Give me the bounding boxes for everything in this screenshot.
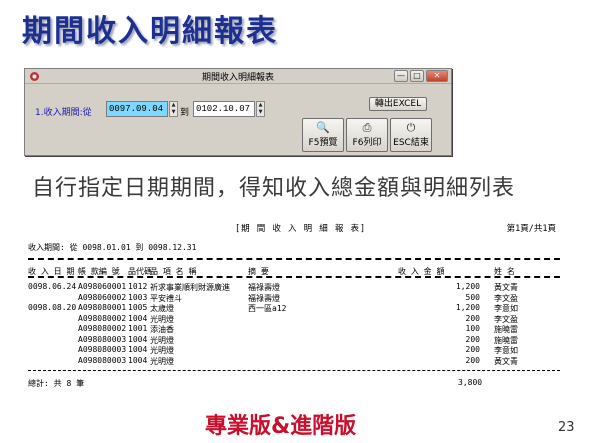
cell-item: 光明燈 [150, 346, 174, 355]
cell-item: 光明燈 [150, 335, 174, 345]
dialog-titlebar: 期間收入明細報表 — □ ✕ [25, 69, 451, 84]
cell-code: 1012 [128, 282, 148, 291]
table-row: 0098.08.20 A098080001 1005 太歲燈 西一區a12 1,200 李意… [28, 303, 560, 313]
total-label: 總計: 共 8 筆 [28, 379, 85, 388]
exit-icon: ⏻ [406, 121, 416, 134]
cell-voucher: A098080003 [78, 334, 127, 344]
export-excel-button[interactable]: 轉出EXCEL [369, 97, 427, 111]
cell-voucher: A098080002 [78, 324, 127, 333]
cell-name: 黃文青 [494, 283, 518, 292]
cell-date: 0098.06.24 [28, 282, 77, 291]
table-row: A098080002 1001 添油香 100 施曉雷 [28, 324, 560, 334]
cell-name: 李文盈 [494, 293, 518, 303]
cell-name: 李文盈 [494, 314, 518, 324]
cell-code: 1005 [128, 303, 148, 312]
print-button-label: F6列印 [352, 138, 382, 148]
cell-note: 福祿壽燈 [248, 283, 280, 292]
edition-label: 專業版&進階版 [205, 414, 357, 439]
cell-code: 1003 [128, 292, 148, 302]
cell-voucher: A098080002 [78, 313, 127, 323]
cell-name: 李意如 [494, 346, 518, 355]
total-amount: 3,800 [458, 378, 483, 387]
report-range: 收入期間: 從 0098.01.01 到 0098.12.31 [28, 243, 197, 252]
report-dialog: 期間收入明細報表 — □ ✕ 1.收入期間:從 0097.09.04 ▲ ▼ 到 … [24, 68, 452, 156]
to-date-spinner[interactable]: ▲ ▼ [256, 101, 265, 117]
report-page-indicator: 第1頁/共1頁 [506, 224, 556, 234]
cell-note: 西一區a12 [248, 304, 287, 313]
cell-code: 1001 [128, 324, 148, 333]
cell-amount: 200 [465, 355, 480, 365]
preview-icon: 🔍 [316, 121, 330, 134]
cell-voucher: A098080001 [78, 303, 127, 312]
printer-icon: ⎙ [362, 121, 372, 134]
cell-voucher: A098080003 [78, 355, 127, 365]
cell-date: 0098.08.20 [28, 303, 77, 312]
maximize-icon[interactable]: □ [410, 70, 424, 82]
table-row: A098060002 1003 平安禮斗 福祿壽燈 500 李文盈 [28, 292, 560, 303]
table-row: 0098.06.24 A098060001 1012 祈求事業順利財源廣進 福祿壽燈 1,… [28, 282, 560, 292]
cell-amount: 500 [465, 292, 480, 302]
table-row: A098080002 1004 光明燈 200 李文盈 [28, 313, 560, 324]
cell-voucher: A098060001 [78, 282, 127, 291]
preview-button[interactable]: 🔍 F5預覽 [302, 118, 344, 152]
cell-name: 黃文青 [494, 356, 518, 366]
preview-button-label: F5預覽 [308, 138, 338, 148]
cell-code: 1004 [128, 355, 148, 365]
cell-voucher: A098080003 [78, 345, 127, 354]
report-preview: [期 間 收 入 明 細 報 表] 第1頁/共1頁 收入期間: 從 0098.0… [28, 218, 560, 398]
table-row: A098080003 1004 光明燈 200 黃文青 [28, 355, 560, 366]
cell-code: 1004 [128, 313, 148, 323]
print-button[interactable]: ⎙ F6列印 [346, 118, 388, 152]
cell-name: 李意如 [494, 304, 518, 313]
total-rule [28, 370, 560, 371]
header-bottom-rule [28, 276, 560, 278]
table-row: A098080003 1004 光明燈 200 李意如 [28, 345, 560, 355]
cell-voucher: A098060002 [78, 292, 127, 302]
from-date-spinner[interactable]: ▲ ▼ [169, 101, 178, 117]
range-label: 1.收入期間:從 [35, 108, 92, 118]
cell-amount: 200 [465, 313, 480, 323]
cell-note: 福祿壽燈 [248, 293, 280, 303]
cell-item: 添油香 [150, 325, 174, 334]
cell-code: 1004 [128, 334, 148, 344]
table-row: A098080003 1004 光明燈 200 施曉雷 [28, 334, 560, 345]
cell-item: 太歲燈 [150, 304, 174, 313]
slide-page-number: 23 [558, 420, 575, 435]
cell-name: 施曉雷 [494, 325, 518, 334]
minimize-icon[interactable]: — [394, 70, 408, 82]
cell-item: 祈求事業順利財源廣進 [150, 283, 230, 292]
cell-amount: 200 [465, 334, 480, 344]
to-date-input[interactable]: 0102.10.07 [193, 101, 255, 117]
cell-item: 光明燈 [150, 314, 174, 324]
report-title: [期 間 收 入 明 細 報 表] [235, 224, 367, 234]
dialog-title: 期間收入明細報表 [201, 73, 274, 83]
to-label: 到 [180, 108, 190, 118]
slide-subtitle: 自行指定日期期間，得知收入總金額與明細列表 [32, 176, 516, 201]
cell-code: 1004 [128, 345, 148, 354]
cell-name: 施曉雷 [494, 335, 518, 345]
cell-item: 平安禮斗 [150, 293, 182, 303]
close-icon[interactable]: ✕ [426, 70, 448, 82]
cell-amount: 1,200 [455, 303, 480, 312]
cell-amount: 200 [465, 345, 480, 354]
slide-title: 期間收入明細報表 [22, 14, 278, 49]
cell-amount: 1,200 [455, 282, 480, 291]
from-date-input[interactable]: 0097.09.04 [106, 101, 168, 117]
header-top-rule [28, 258, 560, 260]
exit-button-label: ESC結束 [393, 138, 429, 148]
cell-item: 光明燈 [150, 356, 174, 366]
exit-button[interactable]: ⏻ ESC結束 [390, 118, 432, 152]
cell-amount: 100 [465, 324, 480, 333]
